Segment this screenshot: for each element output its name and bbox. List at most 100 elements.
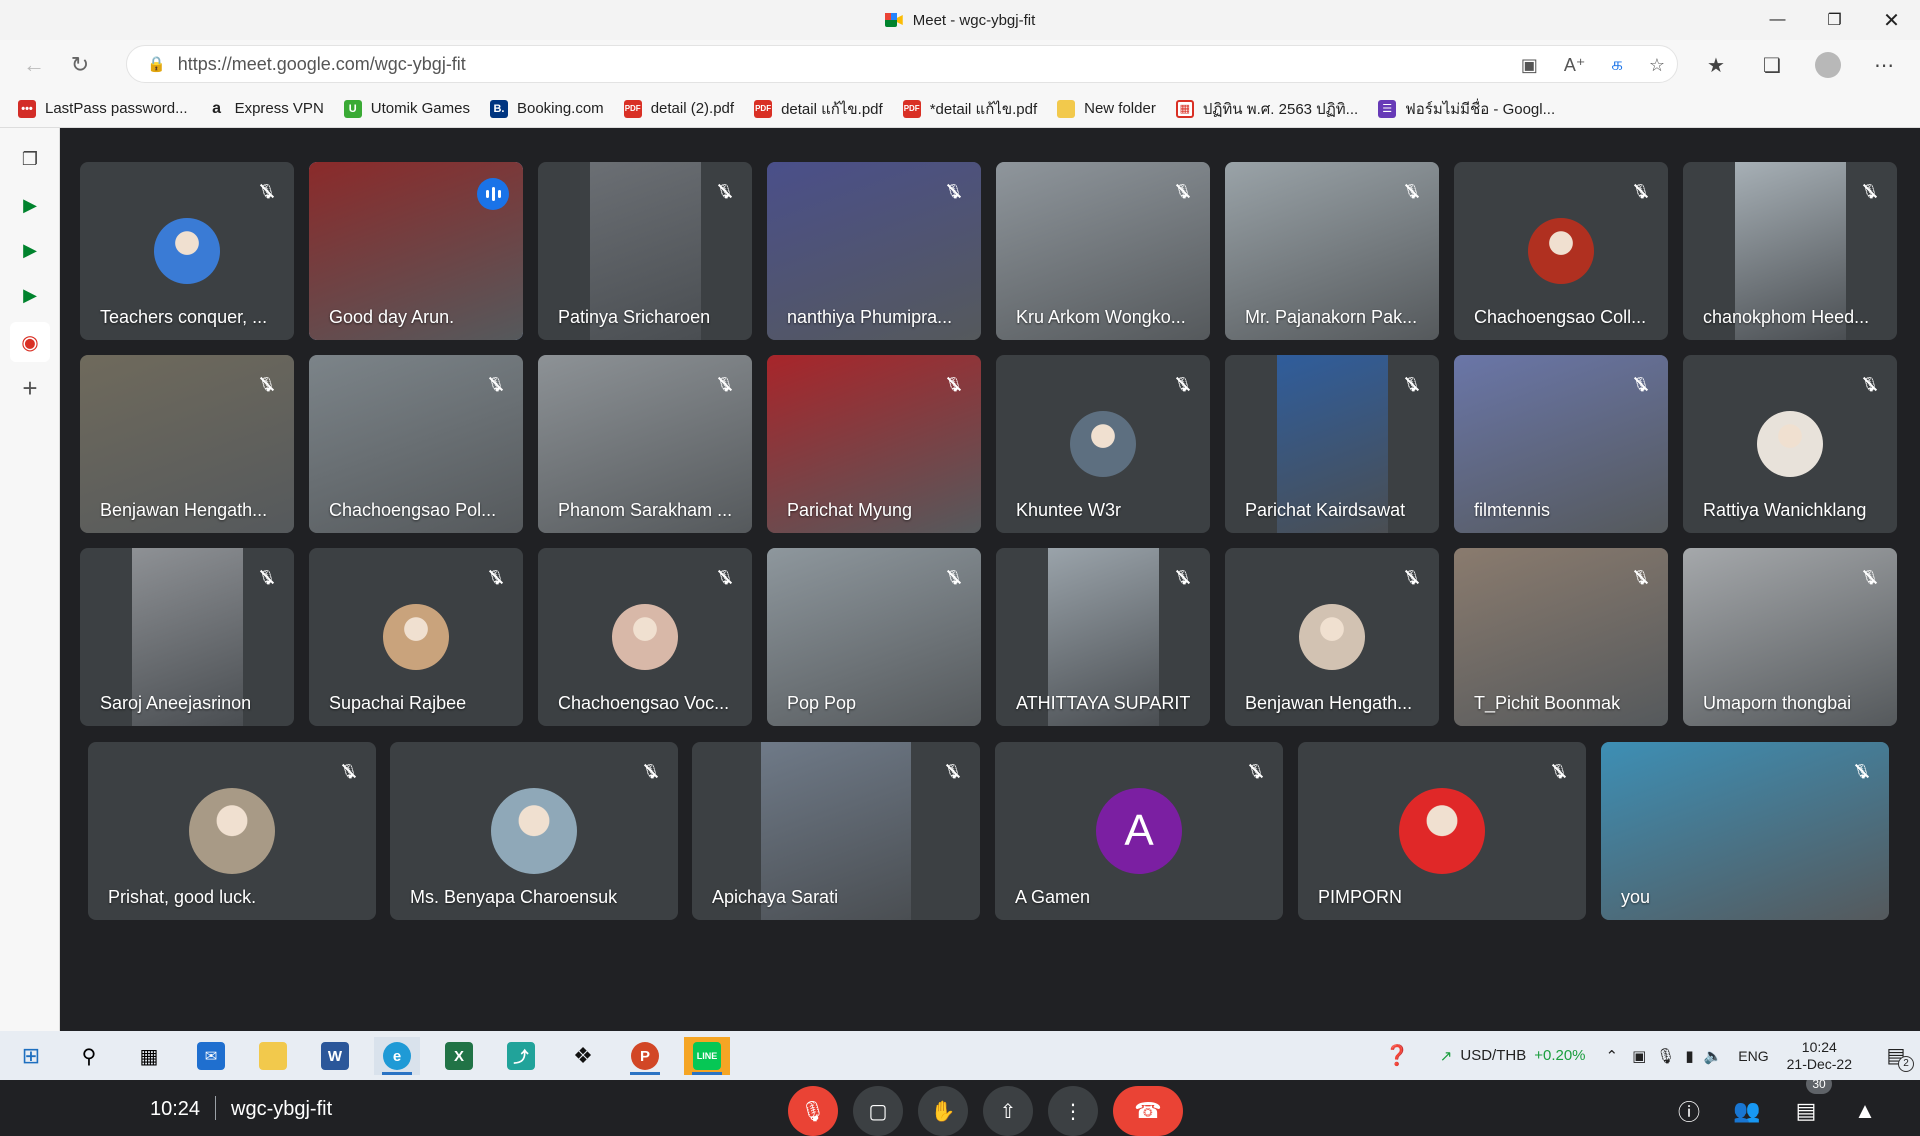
back-button[interactable]: ← (12, 45, 56, 85)
camera-in-use-icon[interactable]: ▣ (1521, 55, 1538, 76)
bookmark-item[interactable]: a Express VPN (208, 100, 324, 118)
mic-muted-icon: 🎙 (254, 178, 280, 204)
bookmark-item[interactable]: New folder (1057, 99, 1156, 118)
participant-tile[interactable]: 🎙 T_Pichit Boonmak (1454, 548, 1668, 726)
meet-camera-tray-icon[interactable]: ▣ (1632, 1047, 1646, 1065)
camera-icon: ▢ (868, 1100, 888, 1123)
search-button[interactable]: ⚲ (66, 1037, 112, 1075)
participant-tile[interactable]: Good day Arun. (309, 162, 523, 340)
line-app[interactable]: LINE (684, 1037, 730, 1075)
refresh-button[interactable]: ↻ (58, 45, 102, 85)
participant-tile[interactable]: 🎙 PIMPORN (1298, 742, 1586, 920)
powerpoint-icon: P (631, 1042, 659, 1070)
participant-tile[interactable]: 🎙 Khuntee W3r (996, 355, 1210, 533)
microphone-toggle-button[interactable]: 🎙 (788, 1086, 838, 1136)
participant-tile[interactable]: 🎙 Rattiya Wanichklang (1683, 355, 1897, 533)
leave-call-button[interactable]: ☎ (1113, 1086, 1183, 1136)
bookmark-item[interactable]: ••• LastPass password... (18, 99, 188, 118)
participant-tile[interactable]: 🎙 Benjawan Hengath... (80, 355, 294, 533)
edge-app[interactable]: e (374, 1037, 420, 1075)
participant-name: Phanom Sarakham ... (558, 500, 733, 520)
add-favorite-icon[interactable]: ☆ (1649, 55, 1665, 76)
participant-tile[interactable]: 🎙 Pop Pop (767, 548, 981, 726)
word-app[interactable]: W (312, 1037, 358, 1075)
bookmark-item[interactable]: ▦ ปฏิทิน พ.ศ. 2563 ปฏิทิ... (1175, 97, 1358, 121)
start-button[interactable]: ⊞ (8, 1037, 54, 1075)
maximize-button[interactable]: ❐ (1806, 0, 1863, 40)
microphone-tray-icon[interactable]: 🎙 (1656, 1047, 1675, 1065)
participant-tile[interactable]: 🎙 Saroj Aneejasrinon (80, 548, 294, 726)
collections-icon[interactable]: ❏ (1744, 40, 1800, 90)
participant-tile[interactable]: 🎙 Kru Arkom Wongko... (996, 162, 1210, 340)
bookmark-item[interactable]: PDF detail แก้ไข.pdf (754, 97, 883, 121)
participant-tile[interactable]: 🎙 Chachoengsao Pol... (309, 355, 523, 533)
meet-tab-icon[interactable]: ▶ (15, 235, 45, 265)
favorites-icon[interactable]: ★ (1688, 40, 1744, 90)
bookmark-item[interactable]: ☰ ฟอร์มไม่มีชื่อ - Googl... (1378, 97, 1555, 121)
meet-tab-icon[interactable]: ▶ (15, 190, 45, 220)
app-shortcut[interactable]: ⤴ (498, 1037, 544, 1075)
people-button[interactable]: 👥 (1726, 1090, 1768, 1132)
bookmark-item[interactable]: PDF detail (2).pdf (623, 99, 734, 118)
camera-toggle-button[interactable]: ▢ (853, 1086, 903, 1136)
bookmark-item[interactable]: B. Booking.com (489, 99, 604, 118)
participant-tile[interactable]: 🎙 Chachoengsao Voc... (538, 548, 752, 726)
read-aloud-icon[interactable]: A⁺ (1564, 55, 1586, 76)
participant-tile[interactable]: 🎙 nanthiya Phumipra... (767, 162, 981, 340)
meet-tab-icon[interactable]: ▶ (15, 280, 45, 310)
file-explorer-app[interactable] (250, 1037, 296, 1075)
participant-tile[interactable]: 🎙 Ms. Benyapa Charoensuk (390, 742, 678, 920)
utomik-icon: U (343, 99, 362, 118)
show-hidden-icons-icon[interactable]: ⌃ (1606, 1047, 1619, 1065)
participant-tile[interactable]: 🎙 Umaporn thongbai (1683, 548, 1897, 726)
chat-button[interactable]: ▤ (1785, 1090, 1827, 1132)
participant-tile[interactable]: 🎙 Parichat Kairdsawat (1225, 355, 1439, 533)
address-bar[interactable]: 🔒 https://meet.google.com/wgc-ybgj-fit ▣… (126, 45, 1678, 83)
url-text[interactable]: https://meet.google.com/wgc-ybgj-fit (178, 54, 466, 75)
more-menu-icon[interactable]: ⋯ (1856, 40, 1912, 90)
tab-actions-icon[interactable]: ❐ (15, 144, 45, 174)
raise-hand-button[interactable]: ✋ (918, 1086, 968, 1136)
participant-tile[interactable]: 🎙 filmtennis (1454, 355, 1668, 533)
battery-icon[interactable]: ▮ (1685, 1047, 1693, 1065)
participant-tile[interactable]: 🎙 Supachai Rajbee (309, 548, 523, 726)
participant-tile[interactable]: 🎙 Mr. Pajanakorn Pak... (1225, 162, 1439, 340)
participant-tile[interactable]: 🎙 Chachoengsao Coll... (1454, 162, 1668, 340)
participant-tile[interactable]: A 🎙 A Gamen (995, 742, 1283, 920)
mail-app[interactable]: ✉ (188, 1037, 234, 1075)
profile-avatar[interactable] (1800, 40, 1856, 90)
powerpoint-app[interactable]: P (622, 1037, 668, 1075)
task-view-button[interactable]: ▦ (126, 1037, 172, 1075)
new-tab-icon[interactable]: + (15, 373, 45, 403)
participant-tile[interactable]: 🎙 Prishat, good luck. (88, 742, 376, 920)
present-screen-button[interactable]: ⇧ (983, 1086, 1033, 1136)
mic-muted-icon: 🎙 (1628, 371, 1654, 397)
participant-tile[interactable]: 🎙 Benjawan Hengath... (1225, 548, 1439, 726)
participant-tile[interactable]: 🎙 Patinya Sricharoen (538, 162, 752, 340)
help-icon[interactable]: ❓ (1385, 1043, 1410, 1068)
recording-tab-icon[interactable]: ◉ (10, 322, 50, 362)
close-window-button[interactable]: ✕ (1863, 0, 1920, 40)
lock-icon[interactable]: 🔒 (147, 55, 166, 73)
currency-pair[interactable]: USD/THB (1460, 1047, 1526, 1064)
participant-tile[interactable]: 🎙 chanokphom Heed... (1683, 162, 1897, 340)
participant-tile[interactable]: 🎙 Phanom Sarakham ... (538, 355, 752, 533)
bookmark-item[interactable]: PDF *detail แก้ไข.pdf (902, 97, 1037, 121)
participant-tile[interactable]: 🎙 Apichaya Sarati (692, 742, 980, 920)
language-indicator[interactable]: ENG (1738, 1048, 1768, 1064)
meeting-details-button[interactable]: ⓘ (1668, 1090, 1710, 1132)
activities-button[interactable]: ▲ (1844, 1090, 1886, 1132)
volume-icon[interactable]: 🔈 (1704, 1047, 1723, 1065)
notification-center-button[interactable]: ▤ 2 (1878, 1038, 1914, 1074)
bookmark-item[interactable]: U Utomik Games (343, 99, 470, 118)
participant-tile[interactable]: 🎙 Parichat Myung (767, 355, 981, 533)
minimize-button[interactable]: — (1749, 0, 1806, 40)
participant-tile[interactable]: 🎙 Teachers conquer, ... (80, 162, 294, 340)
clock[interactable]: 10:24 21-Dec-22 (1787, 1039, 1852, 1073)
participant-tile[interactable]: 🎙 ATHITTAYA SUPARIT (996, 548, 1210, 726)
more-options-button[interactable]: ⋮ (1048, 1086, 1098, 1136)
translate-icon[interactable]: க (1611, 54, 1623, 77)
participant-tile[interactable]: 🎙 you (1601, 742, 1889, 920)
dropbox-app[interactable]: ❖ (560, 1037, 606, 1075)
excel-app[interactable]: X (436, 1037, 482, 1075)
